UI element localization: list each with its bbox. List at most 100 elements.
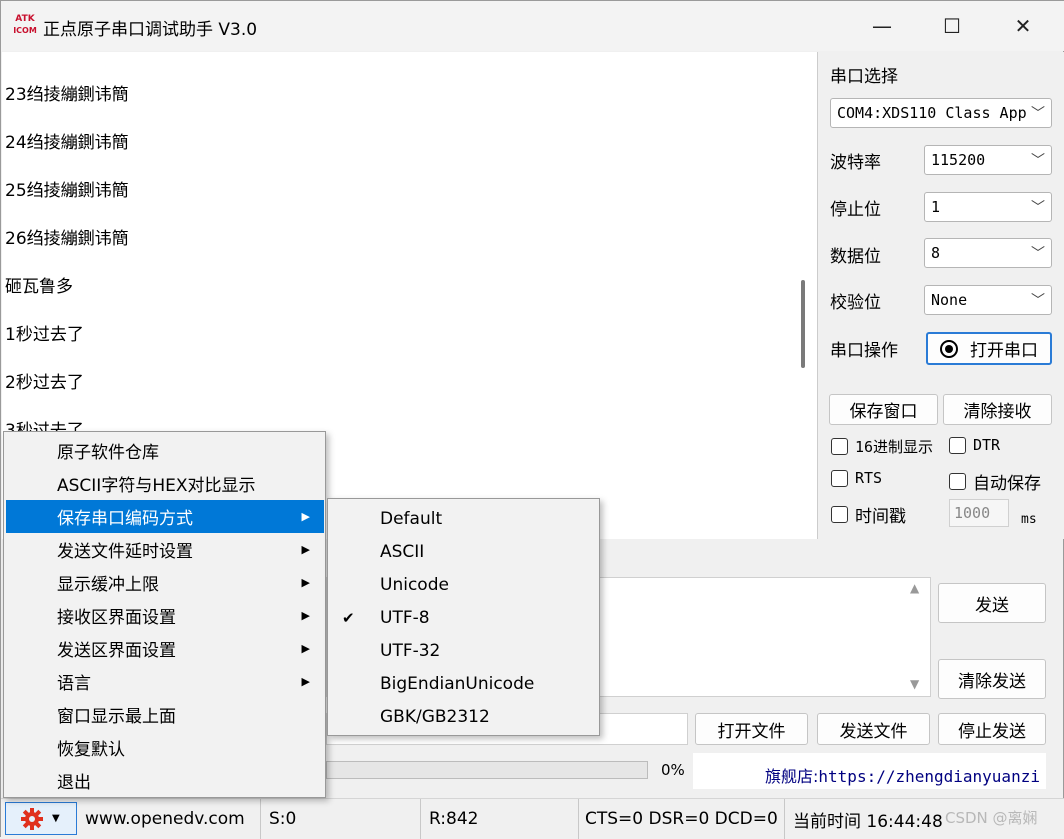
flagship-link[interactable]: 旗舰店:https://zhengdianyuanzi [765,763,1040,787]
menu-item-receive-ui[interactable]: 接收区界面设置 ▶ [6,599,324,632]
stopbits-label: 停止位 [830,200,881,220]
checkbox-icon [949,436,966,454]
minimize-button[interactable]: — [847,1,917,51]
current-time: 当前时间 16:44:48 [793,811,943,832]
dtr-label: DTR [973,436,1001,454]
rts-checkbox[interactable]: RTS [831,469,882,487]
submenu-item-utf8[interactable]: ✔ UTF-8 [330,601,598,634]
stopbits-dropdown[interactable]: 1 ﹀ [924,192,1052,222]
dropdown-arrow-icon: ▼ [52,813,60,824]
submenu-item-gbk[interactable]: GBK/GB2312 [330,700,598,733]
auto-save-checkbox[interactable]: 自动保存 [949,469,1041,494]
clear-send-button[interactable]: 清除发送 [938,659,1046,699]
menu-item-software-repo[interactable]: 原子软件仓库 [6,434,324,467]
port-select-label: 串口选择 [830,67,898,87]
menu-item-label: 语言 [57,674,91,694]
open-port-button[interactable]: 打开串口 [926,332,1052,365]
receive-line: 砸瓦鲁多 [5,277,73,297]
menu-item-exit[interactable]: 退出 [6,764,324,797]
chevron-down-icon: ﹀ [1031,293,1045,309]
chevron-down-icon: ﹀ [1031,200,1045,216]
encoding-submenu: Default ASCII Unicode ✔ UTF-8 UTF-32 BigE… [327,498,600,736]
port-select-dropdown[interactable]: COM4:XDS110 Class App ﹀ [830,98,1052,128]
menu-item-label: 显示缓冲上限 [57,575,159,595]
receive-line: 1秒过去了 [5,325,84,345]
chevron-down-icon: ﹀ [1031,106,1045,122]
window-title: 正点原子串口调试助手 V3.0 [43,20,258,40]
close-button[interactable]: ✕ [988,1,1058,51]
progress-percent: 0% [661,761,685,779]
receive-scrollbar[interactable] [801,280,805,368]
received-count: R:842 [423,799,579,839]
receive-line: 2秒过去了 [5,373,84,393]
hex-display-checkbox[interactable]: 16进制显示 [831,436,933,457]
maximize-button[interactable]: ☐ [917,1,987,51]
submenu-item-label: GBK/GB2312 [380,706,490,727]
flagship-label: 旗舰店: [765,767,819,786]
chevron-down-icon: ﹀ [1031,246,1045,262]
menu-item-label: ASCII字符与HEX对比显示 [57,476,256,496]
send-button[interactable]: 发送 [938,583,1046,623]
chevron-right-icon: ▶ [301,675,310,688]
databits-dropdown[interactable]: 8 ﹀ [924,238,1052,268]
menu-item-label: 恢复默认 [57,740,125,760]
menu-item-buffer-limit[interactable]: 显示缓冲上限 ▶ [6,566,324,599]
baud-dropdown[interactable]: 115200 ﹀ [924,145,1052,175]
send-file-button[interactable]: 发送文件 [817,713,930,745]
port-value: COM4:XDS110 Class App [837,104,1027,122]
chevron-right-icon: ▶ [301,510,310,523]
menu-item-file-delay[interactable]: 发送文件延时设置 ▶ [6,533,324,566]
status-bar: ▼ www.openedv.com S:0 R:842 CTS=0 DSR=0 … [1,798,1064,839]
checkbox-icon [831,469,848,487]
parity-dropdown[interactable]: None ﹀ [924,285,1052,315]
settings-panel: 串口选择 COM4:XDS110 Class App ﹀ 波特率 115200 … [819,52,1064,539]
save-window-button[interactable]: 保存窗口 [829,394,938,425]
timestamp-interval-input[interactable]: 1000 [949,499,1009,527]
settings-menu-button[interactable]: ▼ [5,802,77,835]
submenu-item-default[interactable]: Default [330,502,598,535]
dtr-checkbox[interactable]: DTR [949,436,1000,454]
menu-item-label: 发送区界面设置 [57,641,176,661]
stop-send-button[interactable]: 停止发送 [938,713,1046,745]
parity-value: None [931,291,968,309]
baud-value: 115200 [931,151,986,169]
receive-line: 24绉掕繃鍘讳簡 [5,133,129,153]
submenu-item-unicode[interactable]: Unicode [330,568,598,601]
menu-item-send-ui[interactable]: 发送区界面设置 ▶ [6,632,324,665]
submenu-item-label: BigEndianUnicode [380,673,535,694]
clear-receive-button[interactable]: 清除接收 [943,394,1052,425]
website-link[interactable]: www.openedv.com [79,799,261,839]
submenu-item-utf32[interactable]: UTF-32 [330,634,598,667]
checkbox-icon [831,438,848,455]
open-file-button[interactable]: 打开文件 [695,713,808,745]
menu-item-restore-default[interactable]: 恢复默认 [6,731,324,764]
chevron-right-icon: ▶ [301,543,310,556]
timestamp-checkbox[interactable]: 时间戳 [831,502,906,527]
submenu-item-ascii[interactable]: ASCII [330,535,598,568]
send-progress-bar [326,761,648,779]
receive-line: 25绉掕繃鍘讳簡 [5,181,129,201]
scroll-up-icon[interactable]: ▲ [910,581,919,595]
checkmark-icon: ✔ [342,608,355,627]
flagship-link-box: 旗舰店:https://zhengdianyuanzi [693,753,1046,789]
maximize-icon: ☐ [943,14,961,38]
checkbox-icon [949,473,966,490]
menu-item-save-encoding[interactable]: 保存串口编码方式 ▶ [6,500,324,533]
chevron-right-icon: ▶ [301,576,310,589]
chevron-down-icon: ﹀ [1031,153,1045,169]
menu-item-language[interactable]: 语言 ▶ [6,665,324,698]
menu-item-always-on-top[interactable]: 窗口显示最上面 [6,698,324,731]
menu-item-label: 保存串口编码方式 [57,509,193,529]
atk-logo-icon: ATK ICOM [13,14,37,35]
menu-item-label: 退出 [57,773,91,793]
submenu-item-bigendian[interactable]: BigEndianUnicode [330,667,598,700]
title-bar[interactable]: ATK ICOM 正点原子串口调试助手 V3.0 — ☐ ✕ [1,1,1064,51]
menu-item-label: 窗口显示最上面 [57,707,176,727]
menu-item-label: 发送文件延时设置 [57,542,193,562]
submenu-item-label: UTF-8 [380,607,430,628]
scroll-down-icon[interactable]: ▼ [910,677,919,691]
timestamp-label: 时间戳 [855,507,906,527]
radio-icon [940,339,958,358]
menu-item-ascii-hex[interactable]: ASCII字符与HEX对比显示 [6,467,324,500]
checkbox-icon [831,506,848,523]
